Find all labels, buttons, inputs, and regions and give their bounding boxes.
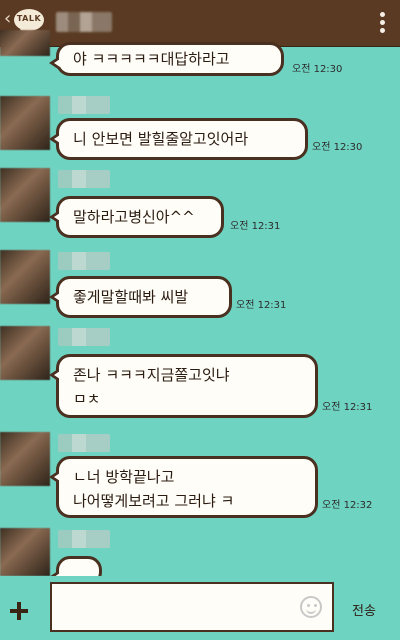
message-time: 오전 12:31 <box>322 402 373 413</box>
message-bubble: 말하라고병신아^^ <box>49 196 224 238</box>
avatar[interactable] <box>0 168 50 222</box>
chat-header: ‹ TALK <box>0 0 400 46</box>
talk-logo-text: TALK <box>16 14 42 23</box>
avatar[interactable] <box>0 30 50 56</box>
message-time: 오전 12:30 <box>292 64 343 75</box>
message-bubble: ㄴ너 방학끝나고 나어떻게보려고 그러냐 ㅋ <box>49 456 318 518</box>
sender-name-blurred <box>58 328 110 346</box>
message-bubble: 니 안보면 발힐줄알고잇어라 <box>49 118 308 160</box>
message-time: 오전 12:31 <box>236 300 287 311</box>
send-button[interactable]: 전송 <box>352 600 376 619</box>
avatar[interactable] <box>0 432 50 486</box>
chevron-left-icon[interactable]: ‹ <box>4 10 11 28</box>
sender-name-blurred <box>58 434 110 452</box>
message-time: 오전 12:31 <box>230 221 281 232</box>
message-time: 오전 12:30 <box>312 142 363 153</box>
message-input[interactable] <box>50 582 334 632</box>
sender-name-blurred <box>58 170 110 188</box>
emoticon-icon[interactable] <box>300 596 322 618</box>
avatar[interactable] <box>0 96 50 150</box>
sender-name-blurred <box>58 530 110 548</box>
vertical-dots-icon[interactable] <box>380 12 386 34</box>
sender-name-blurred <box>58 96 110 114</box>
message-bubble: 존나 ㅋㅋㅋ지금쫄고잇냐 ㅁㅊ <box>49 354 318 418</box>
avatar[interactable] <box>0 326 50 380</box>
message-bubble: 좋게말할때봐 씨발 <box>49 276 232 318</box>
message-bubble: 야 ㅋㅋㅋㅋㅋ대답하라고 <box>49 42 284 76</box>
avatar[interactable] <box>0 250 50 304</box>
talk-logo[interactable]: TALK <box>14 9 44 35</box>
chat-title-blurred <box>56 12 112 32</box>
sender-name-blurred <box>58 252 110 270</box>
message-time: 오전 12:32 <box>322 500 373 511</box>
avatar[interactable] <box>0 528 50 576</box>
plus-icon[interactable] <box>8 600 30 622</box>
